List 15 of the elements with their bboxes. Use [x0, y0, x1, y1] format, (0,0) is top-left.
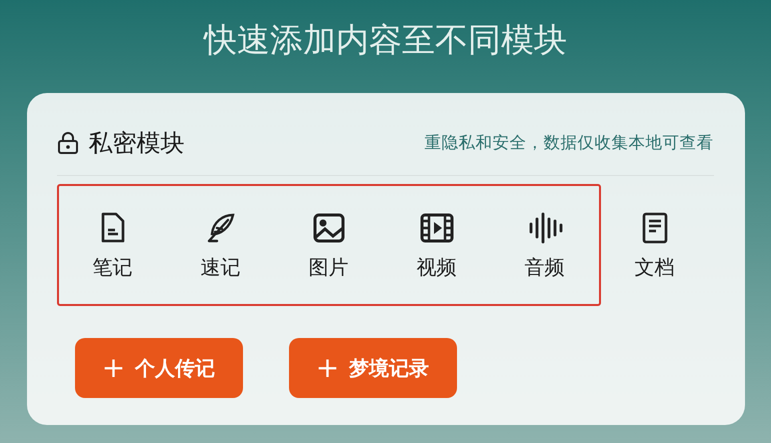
- sound-wave-icon: [526, 210, 562, 246]
- add-entry-button[interactable]: + 个人传记: [74, 338, 242, 398]
- content-type-item[interactable]: 图片: [274, 186, 382, 304]
- content-type-item[interactable]: 笔记: [58, 186, 166, 304]
- privacy-hint: 重隐私和安全，数据仅收集本地可查看: [424, 132, 714, 154]
- content-type-item[interactable]: 文档: [600, 184, 708, 306]
- module-title: 私密模块: [88, 128, 184, 159]
- plus-icon: +: [102, 354, 126, 382]
- content-type-item[interactable]: 音频: [490, 186, 598, 304]
- content-type-item[interactable]: 速记: [166, 186, 274, 304]
- plus-icon: +: [316, 354, 340, 382]
- page-title: 快速添加内容至不同模块: [204, 19, 567, 61]
- add-entry-button[interactable]: + 梦境记录: [288, 338, 456, 398]
- content-type-item[interactable]: 视频: [382, 186, 490, 304]
- lock-icon: [56, 131, 78, 155]
